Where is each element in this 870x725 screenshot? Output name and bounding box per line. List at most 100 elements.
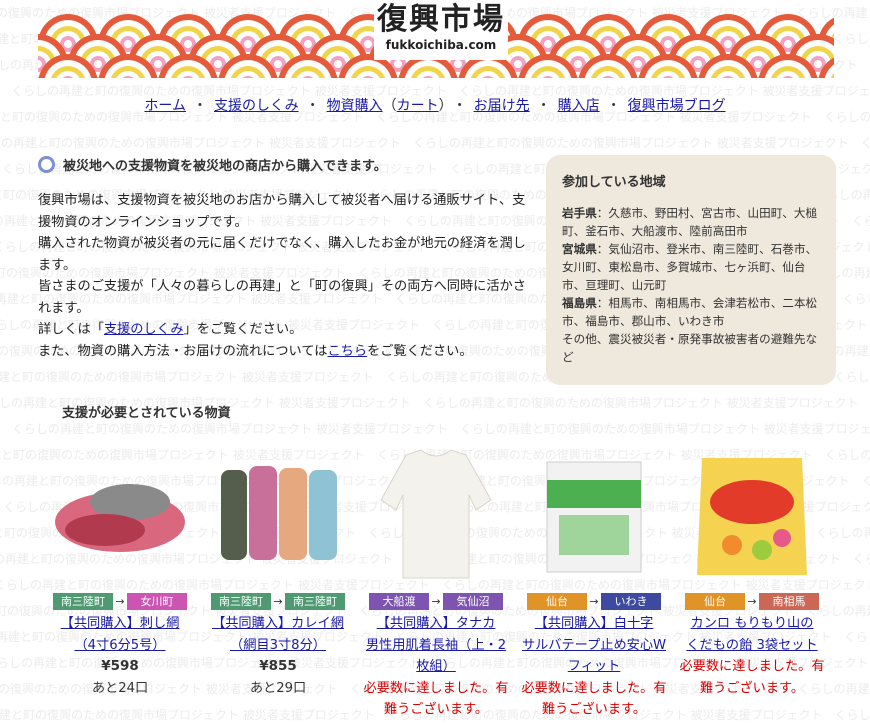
goal-reached-message: 必要数に達しました。有難うございます。	[521, 680, 667, 718]
nav-separator: ・	[536, 98, 551, 114]
town-list: ：相馬市、南相馬市、会津若松市、二本松市、福島市、郡山市、いわき市	[562, 296, 818, 328]
wave-arc	[724, 40, 732, 48]
text: また、物資の購入方法・お届けの流れについては	[38, 343, 328, 359]
prefecture-name: 宮城県	[562, 242, 597, 256]
nav-shops[interactable]: 購入店	[558, 98, 600, 114]
purchase-flow-link[interactable]: こちら	[327, 344, 367, 359]
to-shop-badge: いわき	[601, 593, 661, 610]
product-name-line[interactable]: （4寸6分5号）	[45, 635, 195, 657]
product-image[interactable]	[361, 440, 511, 585]
town-list: ：久慈市、野田村、宮古市、山田町、大槌町、釜石市、大船渡市、陸前高田市	[562, 206, 818, 238]
product-name-line[interactable]: 【共同購入】刺し網	[45, 613, 195, 635]
product-image[interactable]	[203, 440, 353, 585]
product-name-link[interactable]: 【共同購入】カレイ網 （網目3寸8分）	[203, 613, 353, 656]
product-image[interactable]	[519, 440, 669, 585]
needed-items-title: 支援が必要とされている物資	[62, 406, 231, 421]
main-nav: ホーム・支援のしくみ・物資購入（カート）・お届け先・購入店・復興市場ブログ	[0, 95, 870, 115]
product-name-line[interactable]: 【共同購入】白十字	[519, 613, 669, 635]
product-name-line[interactable]: 【共同購入】タナカ	[361, 613, 511, 635]
product-card[interactable]: 仙台 → いわき【共同購入】白十字 サルバテープ止め安心Wフィット 必要数に達しました。…	[519, 440, 669, 721]
wave-arc	[694, 60, 702, 68]
intro-lead: 被災地への支援物資を被災地の商店から購入できます。	[38, 155, 538, 174]
regions-list: 岩手県：久慈市、野田村、宮古市、山田町、大槌町、釜石市、大船渡市、陸前高田市 宮城…	[562, 204, 822, 366]
product-name-line[interactable]: 【共同購入】カレイ網	[203, 613, 353, 635]
product-name-link[interactable]: カンロ もりもり山の くだもの飴 3袋セット	[677, 613, 827, 656]
text: 詳しくは「	[38, 322, 104, 337]
arrow-right-icon: →	[273, 595, 283, 608]
product-card[interactable]: 大船渡 → 気仙沼 【共同購入】タナカ 男性用肌着長袖（上・2枚組） 必要数に達しました。…	[361, 440, 511, 721]
to-shop-badge: 気仙沼	[443, 593, 503, 610]
wave-arc	[664, 40, 672, 48]
wave-arc	[544, 40, 552, 48]
arrow-right-icon: →	[431, 595, 441, 608]
wave-arc	[394, 60, 402, 68]
town-list: ：気仙沼市、登米市、南三陸町、石巻市、女川町、東松島市、多賀城市、七ヶ浜町、仙台…	[562, 242, 818, 292]
wave-arc	[364, 40, 372, 48]
product-name-link[interactable]: 【共同購入】刺し網 （4寸6分5号）	[45, 613, 195, 656]
region-entry: 岩手県：久慈市、野田村、宮古市、山田町、大槌町、釜石市、大船渡市、陸前高田市	[562, 204, 822, 240]
intro-lead-text: 被災地への支援物資を被災地の商店から購入できます。	[63, 159, 387, 174]
intro-section: 被災地への支援物資を被災地の商店から購入できます。 復興市場は、支援物資を被災地…	[38, 155, 538, 362]
wave-arc	[154, 60, 162, 68]
region-entry: 福島県：相馬市、南相馬市、会津若松市、二本松市、福島市、郡山市、いわき市	[562, 294, 822, 330]
intro-paragraph: 購入された物資が被災者の元に届くだけでなく、購入したお金が地元の経済を潤します。	[38, 236, 526, 273]
remaining-count: あと24口	[91, 680, 149, 696]
wave-arc	[814, 60, 822, 68]
product-name-link[interactable]: 【共同購入】白十字 サルバテープ止め安心Wフィット	[519, 613, 669, 678]
to-shop-badge: 南三陸町	[285, 593, 345, 610]
region-entry: 宮城県：気仙沼市、登米市、南三陸町、石巻市、女川町、東松島市、多賀城市、七ヶ浜町…	[562, 240, 822, 294]
wave-arc	[604, 40, 612, 48]
product-card[interactable]: 南三陸町 → 女川町 【共同購入】刺し網 （4寸6分5号） ¥598 あと24口	[45, 440, 195, 699]
nav-cart-open-paren: （	[382, 98, 397, 114]
shop-route: 仙台 → 南相馬	[677, 593, 827, 610]
site-logo[interactable]: 復興市場 fukkoichiba.com	[374, 2, 508, 60]
arrow-right-icon: →	[589, 595, 599, 608]
from-shop-badge: 仙台	[685, 593, 745, 610]
product-name-line[interactable]: カンロ もりもり山の	[677, 613, 827, 635]
wave-arc	[124, 40, 132, 48]
nav-separator: ・	[193, 98, 208, 114]
nav-cart[interactable]: カート	[397, 98, 439, 114]
from-shop-badge: 仙台	[527, 593, 587, 610]
text: 」をご覧ください。	[183, 322, 303, 337]
wave-arc	[304, 40, 312, 48]
wave-arc	[784, 40, 792, 48]
product-price: ¥855	[259, 658, 297, 674]
shop-route: 南三陸町 → 南三陸町	[203, 593, 353, 610]
nav-how-it-works[interactable]: 支援のしくみ	[214, 98, 299, 114]
wave-arc	[94, 60, 102, 68]
product-name-line[interactable]: くだもの飴 3袋セット	[677, 635, 827, 657]
product-card[interactable]: 南三陸町 → 南三陸町 【共同購入】カレイ網 （網目3寸8分） ¥855 あと29口	[203, 440, 353, 699]
product-name-link[interactable]: 【共同購入】タナカ 男性用肌着長袖（上・2枚組）	[361, 613, 511, 678]
goal-reached-message: 必要数に達しました。有難うございます。	[679, 659, 825, 696]
region-entry: その他、震災被災者・原発事故被害者の避難先など	[562, 330, 822, 366]
product-name-line[interactable]: （網目3寸8分）	[203, 635, 353, 657]
from-shop-badge: 大船渡	[369, 593, 429, 610]
participating-regions-box: 参加している地域 岩手県：久慈市、野田村、宮古市、山田町、大槌町、釜石市、大船渡…	[546, 155, 836, 385]
nav-destinations[interactable]: お届け先	[474, 98, 530, 114]
product-image[interactable]	[677, 440, 827, 585]
nav-blog[interactable]: 復興市場ブログ	[628, 98, 726, 114]
regions-title: 参加している地域	[562, 175, 666, 190]
wave-arc	[454, 60, 462, 68]
arrow-right-icon: →	[115, 595, 125, 608]
how-it-works-link[interactable]: 支援のしくみ	[104, 322, 184, 337]
product-name-line[interactable]: サルバテープ止め安心Wフィット	[519, 635, 669, 678]
intro-paragraph: 皆さまのご支援が「人々の暮らしの再建」と「町の復興」その両方へ同時に活かされます…	[38, 279, 526, 316]
wave-arc	[334, 60, 342, 68]
nav-separator: ・	[305, 98, 320, 114]
product-name-line[interactable]: 男性用肌着長袖（上・2枚組）	[361, 635, 511, 678]
shop-route: 仙台 → いわき	[519, 593, 669, 610]
wave-arc	[574, 60, 582, 68]
nav-separator: ・	[606, 98, 621, 114]
logo-title: 復興市場	[377, 2, 505, 37]
nav-home[interactable]: ホーム	[144, 98, 186, 114]
intro-paragraph: 復興市場は、支援物資を被災地のお店から購入して被災者へ届ける通販サイト、支援物資…	[38, 193, 526, 230]
product-image[interactable]	[45, 440, 195, 585]
nav-buy[interactable]: 物資購入	[327, 98, 383, 114]
product-card[interactable]: 仙台 → 南相馬カンロ もりもり山の くだもの飴 3袋セット 必要数に達しました。有難う…	[677, 440, 827, 699]
wave-arc	[244, 40, 252, 48]
from-shop-badge: 南三陸町	[53, 593, 113, 610]
intro-paragraph: 詳しくは「支援のしくみ」をご覧ください。	[38, 319, 538, 341]
nav-separator: ・	[452, 98, 467, 114]
